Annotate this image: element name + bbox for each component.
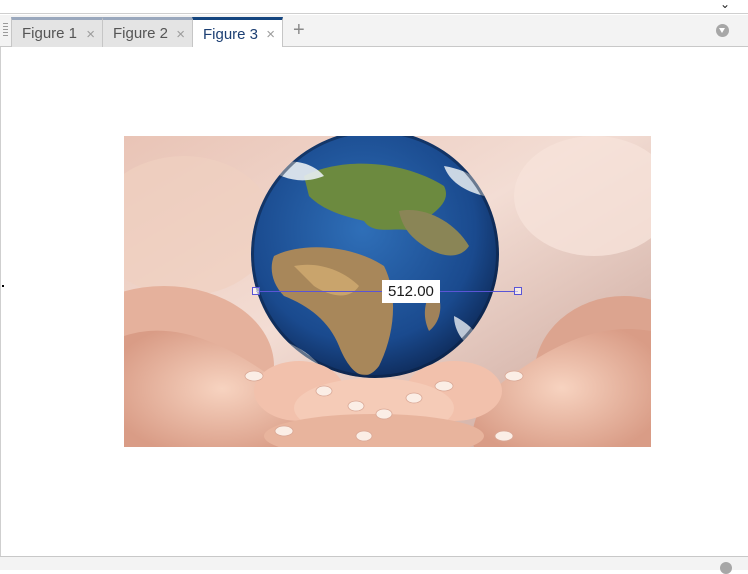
tab-label: Figure 1 bbox=[22, 25, 78, 42]
tab-label: Figure 2 bbox=[113, 25, 169, 42]
tab-figure-3[interactable]: Figure 3 × bbox=[192, 17, 283, 48]
tab-label: Figure 3 bbox=[203, 25, 259, 43]
top-toolbar-strip: ⌄ bbox=[0, 0, 748, 14]
tab-figure-1[interactable]: Figure 1 × bbox=[11, 17, 103, 47]
close-icon[interactable]: × bbox=[86, 26, 95, 43]
chevron-down-icon[interactable]: ⌄ bbox=[720, 0, 730, 11]
chevron-down-circle-icon[interactable] bbox=[720, 562, 732, 574]
drag-grip-icon[interactable] bbox=[3, 23, 8, 37]
axis-tick bbox=[2, 285, 4, 287]
measure-handle-right[interactable] bbox=[514, 287, 522, 295]
tab-figure-2[interactable]: Figure 2 × bbox=[102, 17, 193, 47]
measure-handle-left[interactable] bbox=[252, 287, 260, 295]
bottom-panel-bar bbox=[0, 556, 748, 574]
close-icon[interactable]: × bbox=[266, 26, 275, 43]
close-icon[interactable]: × bbox=[176, 26, 185, 43]
figure-canvas[interactable]: 512.00 bbox=[0, 47, 748, 556]
chevron-down-circle-icon[interactable] bbox=[716, 24, 729, 37]
figure-tab-bar: Figure 1 × Figure 2 × Figure 3 × + bbox=[0, 15, 748, 48]
distance-label[interactable]: 512.00 bbox=[382, 280, 440, 303]
plus-icon[interactable]: + bbox=[293, 20, 305, 40]
